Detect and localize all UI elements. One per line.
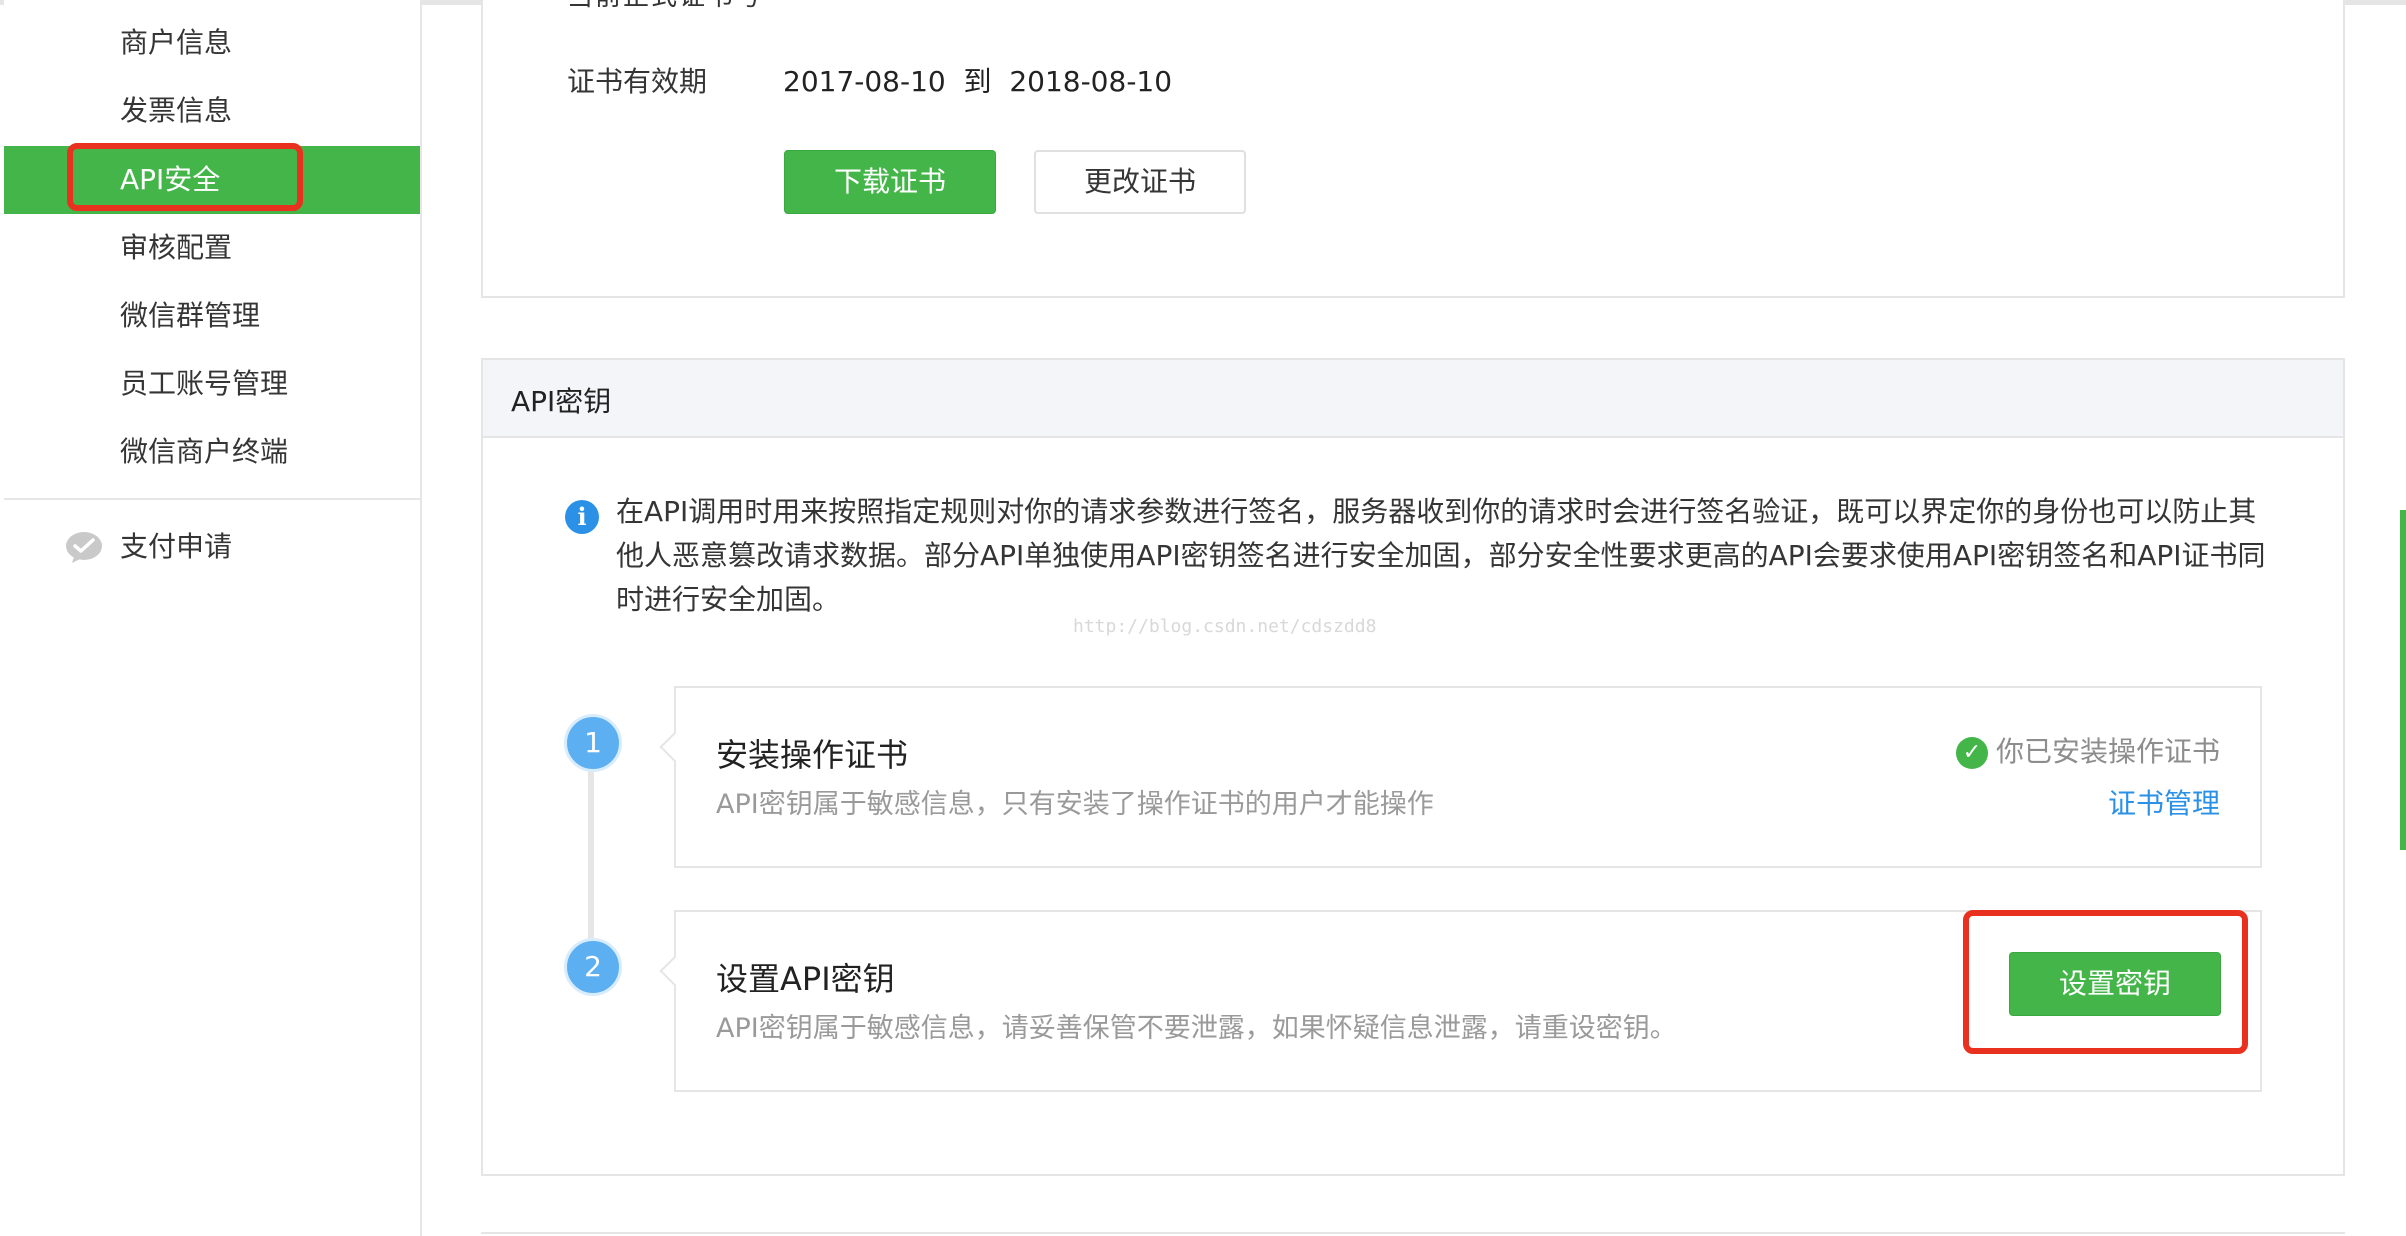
certificate-validity-value: 2017-08-10 到 2018-08-10 (783, 65, 1173, 98)
certificate-number-label: 当前正式证书号 (567, 0, 763, 13)
right-edge-accent (2400, 510, 2406, 850)
step-2-set-api-key: 设置API密钥 API密钥属于敏感信息，请妥善保管不要泄露，如果怀疑信息泄露，请… (659, 910, 2262, 1092)
sidebar: 商户信息 发票信息 API安全 审核配置 微信群管理 员工账号管理 微信商户终端… (4, 0, 422, 1236)
next-panel-border (481, 1232, 2345, 1234)
step-1-number: 1 (564, 714, 622, 772)
step-1-description: API密钥属于敏感信息，只有安装了操作证书的用户才能操作 (716, 789, 1434, 820)
certificate-panel: 当前正式证书号 证书有效期 2017-08-10 到 2018-08-10 下载… (481, 0, 2345, 298)
sidebar-item-invoice-info[interactable]: 发票信息 (4, 77, 420, 145)
step-2-title: 设置API密钥 (716, 960, 895, 998)
api-key-panel: API密钥 i 在API调用时用来按照指定规则对你的请求参数进行签名，服务器收到… (481, 358, 2345, 1176)
step-2-description: API密钥属于敏感信息，请妥善保管不要泄露，如果怀疑信息泄露，请重设密钥。 (716, 1013, 1677, 1044)
set-key-button[interactable]: 设置密钥 (2009, 952, 2221, 1016)
check-icon: ✓ (1955, 737, 1988, 769)
info-icon: i (565, 500, 599, 534)
sidebar-item-staff-accounts[interactable]: 员工账号管理 (4, 350, 420, 418)
sidebar-item-api-security[interactable]: API安全 (4, 146, 420, 214)
api-key-panel-header: API密钥 (483, 360, 2343, 438)
sidebar-item-wechat-group[interactable]: 微信群管理 (4, 282, 420, 350)
certificate-validity-label: 证书有效期 (567, 65, 708, 98)
certificate-installed-status-text: 你已安装操作证书 (1995, 735, 2220, 768)
change-certificate-button[interactable]: 更改证书 (1034, 150, 1246, 214)
certificate-management-link[interactable]: 证书管理 (2108, 782, 2220, 822)
step-1-title: 安装操作证书 (716, 736, 909, 774)
certificate-installed-status: ✓ 你已安装操作证书 (1955, 730, 2220, 770)
wechat-icon (66, 532, 102, 563)
step-2-arrow (659, 955, 691, 987)
sidebar-item-pay-apply[interactable]: 支付申请 (4, 513, 420, 581)
sidebar-item-merchant-info[interactable]: 商户信息 (4, 9, 420, 77)
step-1-arrow (659, 731, 691, 763)
watermark: http://blog.csdn.net/cdszdd8 (1073, 616, 1377, 637)
step-2-number: 2 (564, 938, 622, 996)
api-key-panel-title: API密钥 (511, 385, 612, 418)
api-key-info-text: 在API调用时用来按照指定规则对你的请求参数进行签名，服务器收到你的请求时会进行… (616, 495, 2266, 616)
sidebar-item-pay-apply-label: 支付申请 (120, 530, 233, 563)
sidebar-item-audit-config[interactable]: 审核配置 (4, 214, 420, 282)
step-1-install-certificate: 安装操作证书 API密钥属于敏感信息，只有安装了操作证书的用户才能操作 ✓ 你已安… (659, 686, 2262, 868)
sidebar-divider (4, 498, 420, 500)
download-certificate-button[interactable]: 下载证书 (784, 150, 996, 214)
sidebar-item-merchant-terminal[interactable]: 微信商户终端 (4, 418, 420, 486)
